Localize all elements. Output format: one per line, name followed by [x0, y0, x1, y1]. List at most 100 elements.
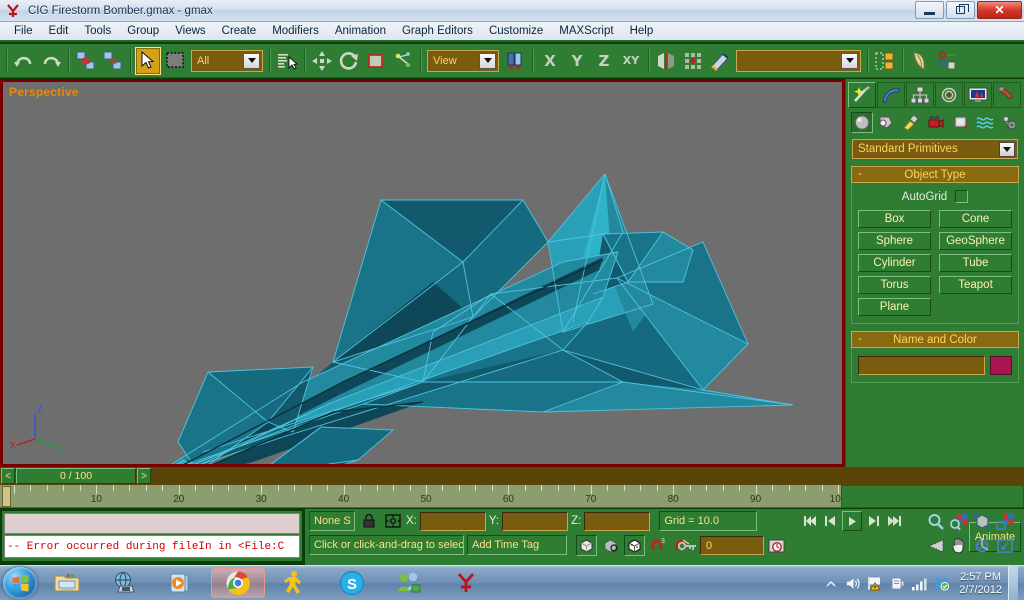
dropbox-icon[interactable]: [933, 576, 950, 592]
chevron-down-icon[interactable]: [841, 52, 858, 69]
teapot-button[interactable]: Teapot: [939, 276, 1012, 294]
menu-create[interactable]: Create: [214, 23, 265, 39]
taskbar-explorer[interactable]: [40, 568, 94, 598]
track-bar-handle[interactable]: [2, 486, 11, 507]
chevron-up-icon[interactable]: [823, 576, 839, 592]
firestorm-bomber-mesh[interactable]: .f1 { fill:#1a7489; } .f2 { fill:#166a80…: [3, 82, 842, 464]
lock-selection-icon[interactable]: [358, 511, 379, 532]
flag-warning-icon[interactable]: [867, 576, 883, 592]
coord-y-input[interactable]: [502, 511, 569, 531]
restrict-to-x-axis[interactable]: X: [537, 47, 563, 75]
schematic-view-icon[interactable]: [934, 47, 960, 75]
select-by-name-icon[interactable]: [274, 47, 300, 75]
render-scene-icon[interactable]: [707, 47, 733, 75]
time-slider[interactable]: 0 / 100: [16, 468, 136, 484]
zoom-extents-icon[interactable]: [971, 511, 992, 532]
collapse-icon[interactable]: -: [858, 333, 862, 345]
helpers-subtab[interactable]: [950, 112, 972, 133]
select-and-scale-icon[interactable]: [363, 47, 389, 75]
modify-tab[interactable]: [877, 82, 905, 108]
select-and-move-icon[interactable]: [309, 47, 335, 75]
curve-editor-icon[interactable]: [907, 47, 933, 75]
goto-start-button[interactable]: [800, 511, 820, 531]
utilities-tab[interactable]: [993, 82, 1021, 108]
coord-z-input[interactable]: [584, 511, 651, 531]
select-region-icon[interactable]: [162, 47, 188, 75]
redo-icon[interactable]: [38, 47, 64, 75]
restrict-to-xy-plane[interactable]: XY: [618, 47, 644, 75]
primitive-category-dropdown[interactable]: Standard Primitives: [852, 139, 1018, 159]
next-key-button[interactable]: >: [137, 468, 151, 484]
magnet-3-icon[interactable]: 3: [648, 535, 669, 556]
current-frame-input[interactable]: 0: [700, 536, 764, 555]
cone-button[interactable]: Cone: [939, 210, 1012, 228]
name-and-color-rollout-header[interactable]: - Name and Color: [851, 331, 1019, 348]
time-configuration-icon[interactable]: [766, 535, 787, 556]
hierarchy-tab[interactable]: [906, 82, 934, 108]
restrict-to-y-axis[interactable]: Y: [564, 47, 590, 75]
taskbar-skype[interactable]: S: [325, 568, 379, 598]
select-object-icon[interactable]: [135, 46, 161, 75]
signal-bars-icon[interactable]: [911, 576, 927, 592]
menu-edit[interactable]: Edit: [41, 23, 77, 39]
collapse-icon[interactable]: -: [858, 168, 862, 180]
field-of-view-icon[interactable]: [925, 535, 946, 556]
unlink-selection-icon[interactable]: [100, 47, 126, 75]
perspective-viewport[interactable]: Perspective .f1 { fill:#1a7489; } .f2 { …: [3, 82, 842, 464]
menu-animation[interactable]: Animation: [327, 23, 394, 39]
space-warp-subtab[interactable]: [975, 112, 997, 133]
motion-tab[interactable]: [935, 82, 963, 108]
chevron-down-icon[interactable]: [479, 52, 496, 69]
menu-customize[interactable]: Customize: [481, 23, 551, 39]
arc-rotate-icon[interactable]: [971, 535, 992, 556]
play-animation-button[interactable]: [842, 511, 862, 531]
named-selection-sets-dropdown[interactable]: [736, 49, 861, 72]
autogrid-checkbox[interactable]: [955, 190, 969, 203]
undo-icon[interactable]: [11, 47, 37, 75]
menu-tools[interactable]: Tools: [76, 23, 119, 39]
maxscript-input-line[interactable]: [4, 513, 300, 534]
previous-key-button[interactable]: <: [1, 468, 15, 484]
align-icon[interactable]: [680, 47, 706, 75]
menu-help[interactable]: Help: [622, 23, 662, 39]
zoom-region-icon[interactable]: [994, 511, 1015, 532]
cameras-subtab[interactable]: [925, 112, 947, 133]
goto-end-button[interactable]: [884, 511, 904, 531]
previous-frame-button[interactable]: [821, 511, 841, 531]
zoom-all-icon[interactable]: [948, 511, 969, 532]
use-transform-center-icon[interactable]: [502, 47, 528, 75]
taskbar-gmax[interactable]: [439, 568, 493, 598]
tube-button[interactable]: Tube: [939, 254, 1012, 272]
reference-coordinate-system-dropdown[interactable]: View: [427, 49, 499, 72]
menu-group[interactable]: Group: [119, 23, 167, 39]
systems-subtab[interactable]: [999, 112, 1021, 133]
hand-pan-icon[interactable]: [948, 535, 969, 556]
create-tab[interactable]: [848, 82, 876, 108]
plane-button[interactable]: Plane: [858, 298, 931, 316]
object-color-swatch[interactable]: [990, 356, 1012, 375]
layer-manager-icon[interactable]: [872, 47, 898, 75]
use-pivot-point-center-icon[interactable]: [390, 47, 416, 75]
show-desktop-button[interactable]: [1008, 566, 1018, 600]
absolute-relative-transform-icon[interactable]: [382, 511, 403, 532]
menu-views[interactable]: Views: [167, 23, 213, 39]
menu-modifiers[interactable]: Modifiers: [264, 23, 327, 39]
maxscript-output-line[interactable]: -- Error occurred during fileIn in <File…: [4, 535, 300, 558]
sphere-button[interactable]: Sphere: [858, 232, 931, 250]
restore-button[interactable]: [946, 1, 975, 19]
cube-shaded-icon[interactable]: [576, 534, 597, 556]
select-and-rotate-icon[interactable]: [336, 47, 362, 75]
selection-filter-dropdown[interactable]: All: [191, 49, 263, 72]
object-name-input[interactable]: [858, 356, 985, 375]
select-and-link-icon[interactable]: [73, 47, 99, 75]
object-type-rollout-header[interactable]: - Object Type: [851, 166, 1019, 183]
coord-x-input[interactable]: [419, 511, 486, 531]
geosphere-button[interactable]: GeoSphere: [939, 232, 1012, 250]
magnifier-icon[interactable]: [925, 511, 946, 532]
speaker-icon[interactable]: [845, 576, 861, 592]
cube-dotted-icon[interactable]: [624, 534, 645, 556]
chevron-down-icon[interactable]: [243, 52, 260, 69]
shapes-subtab[interactable]: [876, 112, 898, 133]
taskbar-chrome[interactable]: [211, 568, 265, 598]
menu-file[interactable]: File: [6, 23, 41, 39]
